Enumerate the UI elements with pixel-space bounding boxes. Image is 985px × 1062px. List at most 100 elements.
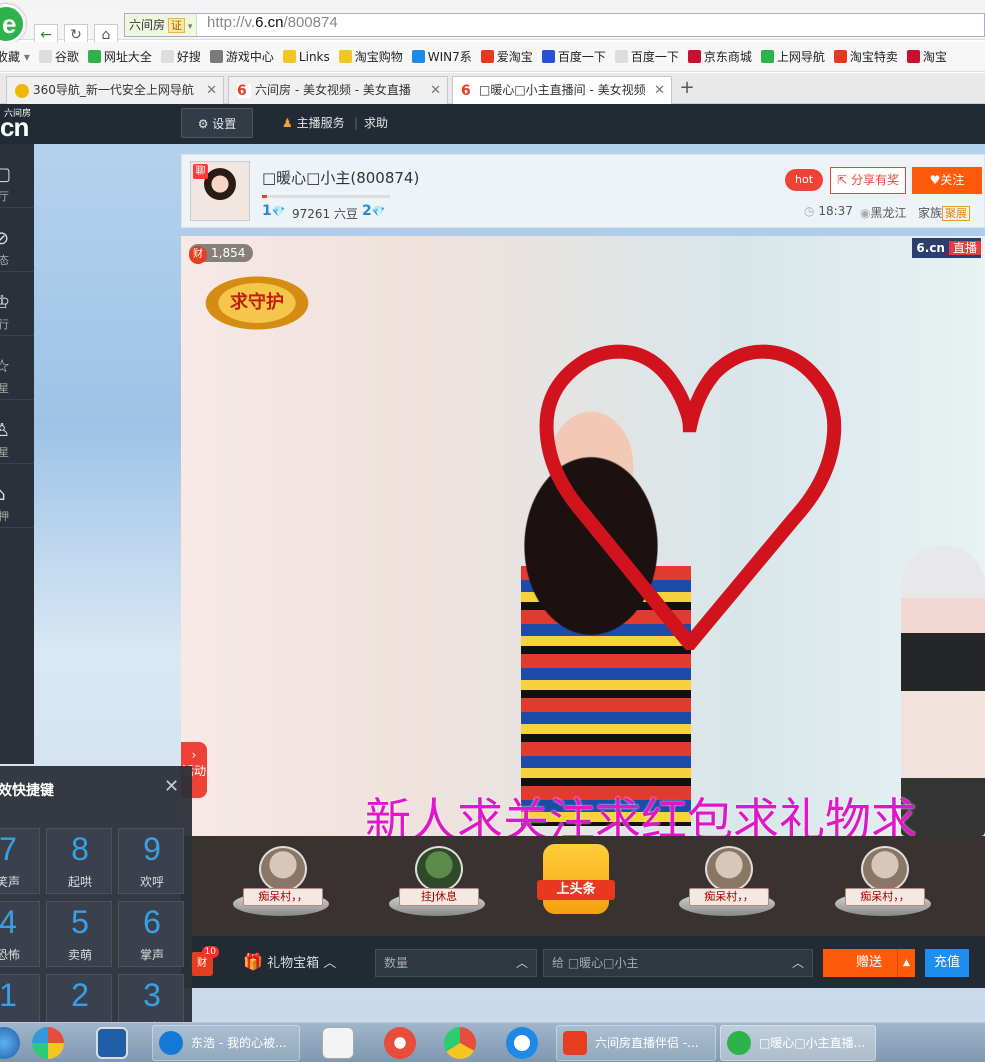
live-watermark: 6.cn 直播	[912, 238, 981, 258]
settings-button[interactable]: ⚙ 设置	[181, 108, 253, 138]
quantity-select[interactable]: 数量 ︿	[375, 949, 537, 977]
chevron-down-icon[interactable]: ▾	[20, 50, 30, 64]
bookmark-item[interactable]: WIN7系	[411, 42, 472, 71]
quick-key[interactable]: 8 起哄	[46, 828, 112, 894]
tab-live-room[interactable]: 6 □暖心□小主直播间 - 美女视频 ✕	[452, 76, 672, 105]
level-left: 1💎	[262, 203, 286, 219]
bookmark-icon	[541, 50, 555, 63]
slot-name: 挂J休息	[399, 888, 479, 906]
anchor-service-link[interactable]: ♟ 主播服务	[282, 108, 345, 138]
bookmark-icon	[411, 50, 425, 63]
recharge-button[interactable]: 充值	[925, 949, 969, 977]
gift-slot[interactable]: 痴呆村，，	[679, 846, 775, 926]
help-link[interactable]: 求助	[364, 108, 388, 138]
caret-up-icon[interactable]: ▲	[897, 949, 915, 977]
tab-close-icon[interactable]: ✕	[430, 77, 441, 104]
notepad-icon[interactable]	[322, 1027, 354, 1059]
location-icon: ◉	[860, 206, 871, 220]
gift-slot[interactable]: 痴呆村，，	[233, 846, 329, 926]
viewer-count-badge[interactable]: 财 1,854	[189, 244, 254, 264]
recipient-select[interactable]: 给 □暖心□小主 ︿	[543, 949, 813, 977]
quick-key-number: 2	[71, 977, 89, 1013]
quick-key-number: 5	[71, 904, 89, 940]
side-nav-item[interactable]: ♔ 行	[0, 272, 34, 336]
send-gift-button[interactable]: 赠送 ▲	[823, 949, 915, 977]
quick-key[interactable]: 3欢快	[118, 974, 184, 1022]
video-player[interactable]: ♥ 财 1,854 求守护 6.cn 直播 新人求关注求红包求礼物求 › 活动	[181, 236, 985, 836]
tab-close-icon[interactable]: ✕	[654, 77, 665, 104]
bookmark-item[interactable]: 淘宝	[906, 42, 947, 71]
bookmark-item[interactable]: 上网导航	[760, 42, 825, 71]
bookmark-item[interactable]: 爱淘宝	[480, 42, 533, 71]
quick-key[interactable]: 7 笑声	[0, 828, 40, 894]
bookmark-item[interactable]: 百度一下	[614, 42, 679, 71]
quick-key[interactable]: 9 欢呼	[118, 828, 184, 894]
new-tab-button[interactable]: +	[676, 77, 698, 99]
anchor-family[interactable]: 家族 聚展	[918, 204, 971, 221]
bean-count: 97261 六豆	[292, 207, 358, 221]
chevron-up-icon: ︿	[515, 956, 528, 970]
side-nav-item[interactable]: ⌂押	[0, 464, 34, 528]
taskbar-item-music[interactable]: 东浩 - 我的心被...	[152, 1025, 300, 1061]
guard-badge[interactable]: 求守护	[197, 272, 317, 334]
share-button[interactable]: ⇱ 分享有奖	[830, 167, 906, 194]
follow-button[interactable]: ♥关注	[912, 167, 982, 194]
gift-box-button[interactable]: 🎁 礼物宝箱 ︿	[243, 948, 336, 976]
home-icon: ⌂	[0, 484, 5, 505]
taskbar-item-browser[interactable]: □暖心□小主直播...	[720, 1025, 876, 1061]
side-nav-item[interactable]: ⊘ 态	[0, 208, 34, 272]
bookmarks-bar: 收藏 ▾谷歌网址大全好搜游戏中心Links淘宝购物WIN7系爱淘宝百度一下百度一…	[0, 42, 985, 72]
side-nav-item[interactable]: ▢ 厅	[0, 144, 34, 208]
browser-logo-icon[interactable]	[0, 4, 26, 44]
quick-key[interactable]: 2嫩嫩	[46, 974, 112, 1022]
taskbar-item-companion[interactable]: 六间房直播伴侣 -...	[556, 1025, 716, 1061]
side-nav-item[interactable]: ♙ 星	[0, 400, 34, 464]
share-icon: ⇱	[837, 173, 848, 187]
headline-gift[interactable]: 上头条	[537, 844, 615, 914]
url-input[interactable]: 六间房证 ▾ http://v.6.cn/800874	[124, 13, 985, 37]
quick-key-label: 笑声	[0, 875, 20, 889]
bookmark-item[interactable]: Links	[282, 42, 330, 71]
app-icon[interactable]	[32, 1027, 64, 1059]
quick-key[interactable]: 4 恐怖	[0, 901, 40, 967]
start-button[interactable]	[0, 1027, 20, 1059]
kugou-icon	[159, 1031, 183, 1055]
bookmark-item[interactable]: 收藏 ▾	[0, 42, 30, 71]
bookmark-item[interactable]: 百度一下	[541, 42, 606, 71]
bookmark-item[interactable]: 淘宝购物	[338, 42, 403, 71]
quick-key[interactable]: 6 掌声	[118, 901, 184, 967]
chevron-right-icon: ›	[191, 748, 197, 762]
desktop-icon[interactable]	[96, 1027, 128, 1059]
level-progress-bar	[262, 195, 390, 198]
header-divider: |	[354, 116, 359, 130]
bookmark-item[interactable]: 游戏中心	[209, 42, 274, 71]
tab-close-icon[interactable]: ✕	[206, 77, 217, 104]
ie-icon[interactable]	[506, 1027, 538, 1059]
diamond-icon: 💎	[271, 205, 286, 218]
quick-key[interactable]: 1咧	[0, 974, 40, 1022]
close-icon[interactable]: ✕	[164, 776, 179, 797]
browser-icon[interactable]	[444, 1027, 476, 1059]
gift-slot[interactable]: 挂J休息	[389, 846, 485, 926]
bookmark-item[interactable]: 淘宝特卖	[833, 42, 898, 71]
bookmark-item[interactable]: 京东商城	[687, 42, 752, 71]
hot-badge: hot	[785, 169, 824, 191]
quick-key[interactable]: 5 卖萌	[46, 901, 112, 967]
tab-6cn-home[interactable]: 6 六间房 - 美女视频 - 美女直播 ✕	[228, 76, 448, 104]
gift-slot[interactable]: 痴呆村，，	[835, 846, 931, 926]
wealth-badge: 10	[201, 946, 219, 958]
bookmark-item[interactable]: 谷歌	[38, 42, 79, 71]
tab-favicon-icon	[15, 84, 29, 98]
bird-icon[interactable]	[384, 1027, 416, 1059]
bookmark-item[interactable]: 网址大全	[87, 42, 152, 71]
site-identity[interactable]: 六间房证 ▾	[125, 14, 198, 36]
marquee-text: 新人求关注求红包求礼物求	[365, 793, 917, 836]
heart-icon: ♥	[929, 173, 941, 187]
tab-strip: 360导航_新一代安全上网导航 ✕ 6 六间房 - 美女视频 - 美女直播 ✕ 6 …	[0, 73, 985, 105]
anchor-avatar[interactable]: 聊	[190, 161, 250, 221]
side-nav-item[interactable]: ☆ 星	[0, 336, 34, 400]
quick-key-number: 7	[0, 831, 17, 867]
wealth-button[interactable]: 财 10	[191, 946, 219, 976]
bookmark-item[interactable]: 好搜	[160, 42, 201, 71]
tab-360-nav[interactable]: 360导航_新一代安全上网导航 ✕	[6, 76, 224, 104]
